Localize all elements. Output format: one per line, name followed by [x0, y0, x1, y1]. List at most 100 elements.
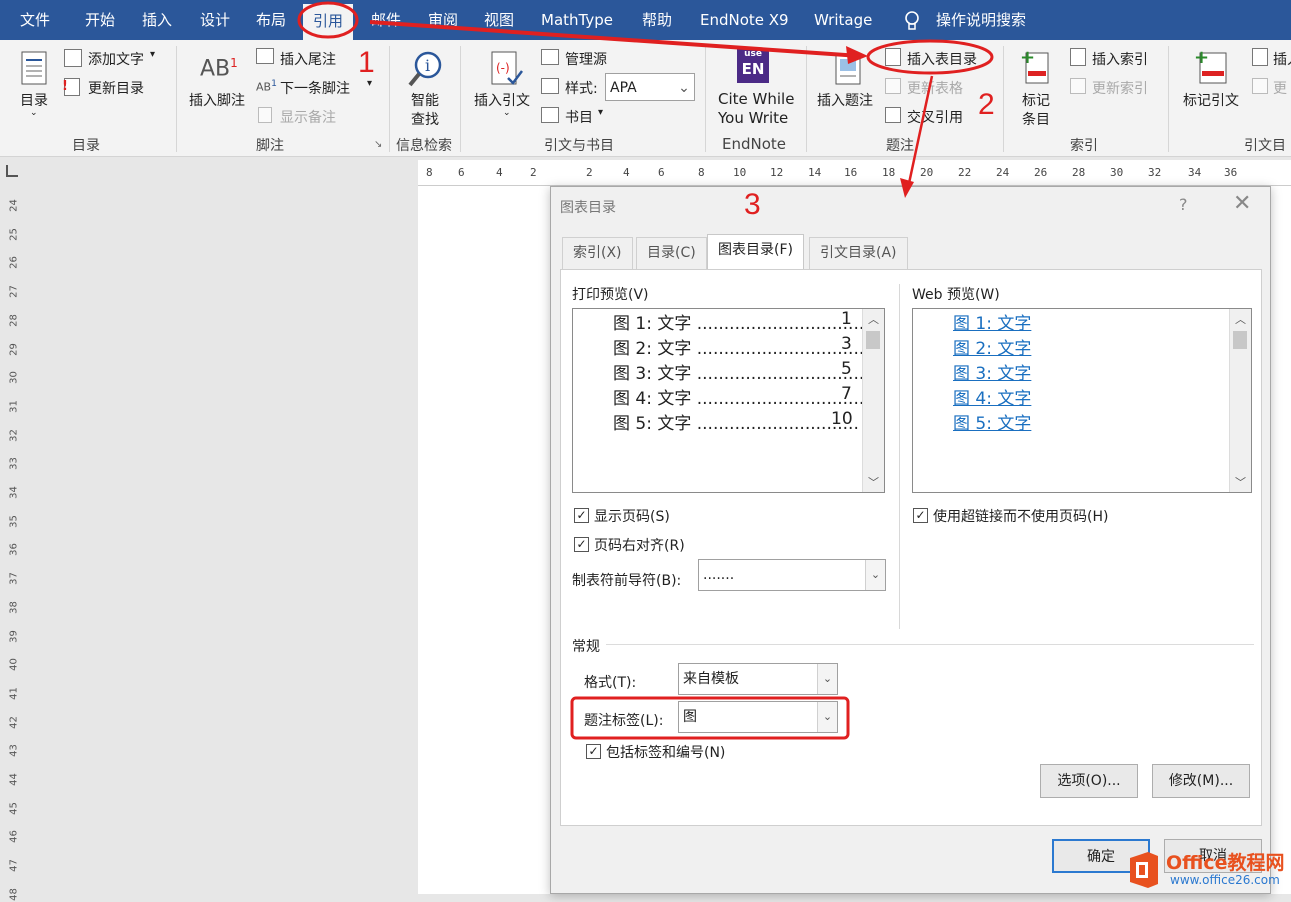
tab-view[interactable]: 视图 [484, 0, 514, 40]
list-item[interactable]: 图 3: 文字 [953, 359, 1031, 384]
print-preview-box[interactable]: 图 1: 文字 ................................… [572, 308, 885, 493]
cross-reference-button[interactable]: 交叉引用 [907, 107, 963, 127]
help-button[interactable]: ? [1179, 195, 1188, 214]
list-item[interactable]: 图 2: 文字 [953, 334, 1031, 359]
next-footnote-button[interactable]: 下一条脚注 [280, 78, 350, 98]
chevron-up-icon[interactable]: ︿ [1235, 311, 1246, 327]
include-label-label: 包括标签和编号(N) [606, 745, 726, 761]
tab-endnote[interactable]: EndNote X9 [700, 0, 789, 40]
update-toa-button[interactable]: 更 [1273, 78, 1287, 98]
tab-file[interactable]: 文件 [20, 0, 50, 40]
insert-citation-button[interactable]: 插入引文 [474, 90, 530, 110]
insert-table-of-figures-button[interactable]: 插入表目录 [907, 49, 977, 69]
smart-lookup-icon: i [406, 49, 446, 93]
list-item: 图 2: 文字 ................................… [613, 334, 880, 359]
scrollbar-thumb[interactable] [866, 331, 880, 349]
mark-citation-button[interactable]: 标记引文 [1183, 90, 1239, 110]
ruler-tick-label: 34 [1188, 166, 1202, 179]
insert-toa-button[interactable]: 插入 [1273, 49, 1291, 69]
cite-while-you-write-button[interactable]: Cite While [718, 90, 794, 108]
tab-index[interactable]: 索引(X) [562, 237, 633, 269]
update-index-button[interactable]: 更新索引 [1092, 78, 1148, 98]
tab-review[interactable]: 审阅 [428, 0, 458, 40]
ruler-tick-label: 6 [658, 166, 665, 179]
chevron-down-icon[interactable]: ﹀ [868, 474, 879, 490]
mark-entry-line2: 条目 [1022, 112, 1050, 128]
watermark: Office教程网 www.office26.com [1126, 846, 1291, 894]
use-hyperlinks-checkbox[interactable]: ✓ [913, 508, 928, 523]
scrollbar-thumb[interactable] [1233, 331, 1247, 349]
list-item[interactable]: 图 1: 文字 [953, 309, 1031, 334]
tab-home[interactable]: 开始 [85, 0, 115, 40]
smart-lookup-button[interactable]: 智能 [411, 90, 439, 110]
tab-mailings[interactable]: 邮件 [371, 0, 401, 40]
format-value: 来自模板 [683, 671, 739, 687]
tab-help[interactable]: 帮助 [642, 0, 672, 40]
tab-writage[interactable]: Writage [814, 0, 872, 40]
citation-style-select[interactable]: APA ⌄ [605, 73, 695, 101]
style-label: 样式: [565, 81, 598, 97]
caption-label-value: 图 [683, 709, 697, 725]
scrollbar[interactable]: ︿ ﹀ [1229, 309, 1251, 492]
tab-toc[interactable]: 目录(C) [636, 237, 707, 269]
tab-references[interactable]: 引用 [303, 4, 354, 40]
tab-layout[interactable]: 布局 [256, 0, 286, 40]
tab-table-of-authorities[interactable]: 引文目录(A) [809, 237, 908, 269]
update-table-icon [885, 78, 901, 94]
update-table-button[interactable]: 更新表格 [907, 78, 963, 98]
include-label-checkbox[interactable]: ✓ [586, 744, 601, 759]
ruler-tick-label: 33 [8, 457, 20, 471]
tab-leader-select[interactable]: ....... ⌄ [698, 559, 886, 591]
svg-text:+: + [1194, 49, 1209, 68]
chevron-up-icon[interactable]: ︿ [868, 311, 879, 327]
tell-me-search[interactable]: 操作说明搜索 [936, 0, 1026, 40]
caption-label-select[interactable]: 图 ⌄ [678, 701, 838, 733]
tab-stop-icon[interactable] [6, 165, 18, 177]
ruler-tick-label: 47 [8, 859, 20, 872]
format-select[interactable]: 来自模板 ⌄ [678, 663, 838, 695]
chevron-down-icon[interactable]: ﹀ [1235, 474, 1246, 490]
insert-caption-button[interactable]: 插入题注 [817, 90, 873, 110]
dialog-launcher-icon[interactable]: ↘ [374, 139, 382, 150]
list-item[interactable]: 图 5: 文字 [953, 409, 1031, 434]
show-page-numbers-checkbox[interactable]: ✓ [574, 508, 589, 523]
insert-endnote-button[interactable]: 插入尾注 [280, 49, 336, 69]
insert-index-button[interactable]: 插入索引 [1092, 49, 1148, 69]
ruler-tick-label: 31 [8, 400, 20, 413]
ruler-tick-label: 44 [8, 773, 20, 786]
tab-insert[interactable]: 插入 [142, 0, 172, 40]
scrollbar[interactable]: ︿ ﹀ [862, 309, 884, 492]
right-align-checkbox[interactable]: ✓ [574, 537, 589, 552]
options-button[interactable]: 选项(O)... [1040, 764, 1138, 798]
group-separator [460, 46, 461, 152]
add-text-button[interactable]: 添加文字 [88, 49, 144, 69]
ruler-tick-label: 30 [8, 371, 20, 385]
list-item[interactable]: 图 4: 文字 [953, 384, 1031, 409]
tab-table-of-figures[interactable]: 图表目录(F) [707, 234, 804, 270]
list-item: 图 3: 文字 ................................… [613, 359, 880, 384]
vertical-ruler[interactable]: 24 25 26 27 28 29 30 31 32 33 34 35 36 37 38 39 40 41 42 43… [0, 186, 28, 901]
tab-design[interactable]: 设计 [200, 0, 230, 40]
mark-entry-button[interactable]: 标记 [1022, 90, 1050, 110]
ruler-tick-label: 26 [8, 256, 20, 270]
manage-sources-button[interactable]: 管理源 [565, 49, 607, 69]
ruler-tick-label: 20 [920, 166, 934, 179]
bibliography-button[interactable]: 书目 [565, 107, 593, 127]
toc-button[interactable]: 目录 [20, 90, 48, 110]
modify-button[interactable]: 修改(M)... [1152, 764, 1250, 798]
ruler-tick-label: 38 [8, 600, 20, 614]
horizontal-ruler[interactable]: 8 6 4 2 2 4 6 8 10 12 14 16 18 20 22 24 26 28 30 32 34 36 [418, 160, 1291, 186]
group-label-footnotes: 脚注 [256, 138, 284, 154]
group-label-toc: 目录 [72, 138, 100, 154]
ruler-tick-label: 25 [8, 227, 20, 241]
show-notes-button[interactable]: 显示备注 [280, 107, 336, 127]
ruler-tick-label: 26 [1034, 166, 1048, 179]
web-preview-box[interactable]: 图 1: 文字 图 2: 文字 图 3: 文字 图 4: 文字 图 5: 文字 … [912, 308, 1252, 493]
insert-footnote-button[interactable]: 插入脚注 [189, 90, 245, 110]
tab-mathtype[interactable]: MathType [541, 0, 613, 40]
close-icon[interactable]: ✕ [1233, 191, 1251, 216]
update-toc-button[interactable]: 更新目录 [88, 78, 144, 98]
ruler-tick-label: 6 [458, 166, 465, 179]
print-row-page: 5 [841, 359, 852, 379]
ruler-tick-label: 43 [8, 744, 20, 758]
